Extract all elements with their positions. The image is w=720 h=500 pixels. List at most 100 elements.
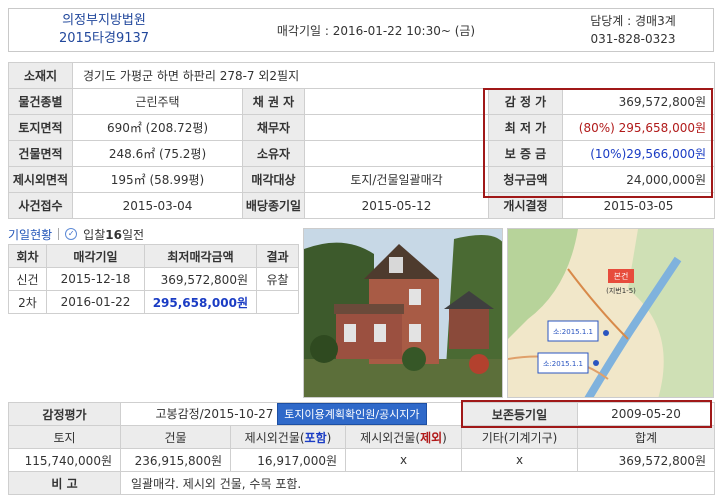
col-extra-excluded: 제시외건물(제외) <box>344 425 463 449</box>
land-area-value: 690㎡ (208.72평) <box>72 114 243 141</box>
info-row: 물건종별 근린주택 채 권 자 감 정 가 369,572,800원 <box>8 88 716 115</box>
extra-area-value: 195㎡ (58.99평) <box>72 166 243 193</box>
bid-countdown: 입찰16일전 <box>83 226 144 243</box>
debtor-label: 채무자 <box>242 114 305 141</box>
appraisal-price-value: 369,572,800원 <box>561 88 716 115</box>
sale-date: 매각기일 : 2016-01-22 10:30~ (금) <box>276 23 476 38</box>
claim-amount-label: 청구금액 <box>488 166 563 193</box>
info-row: 사건접수 2015-03-04 배당종기일 2015-05-12 개시결정 20… <box>8 192 716 219</box>
property-info-table: 소재지 경기도 가평군 하면 하판리 278-7 외2필지 물건종별 근린주택 … <box>8 62 716 219</box>
map-marker-2: 소:2015.1.1 <box>543 360 583 368</box>
history-header-row: 회차 매각기일 최저매각금액 결과 <box>8 244 299 268</box>
bid-countdown-prefix: 입찰 <box>83 227 106 242</box>
info-row: 토지면적 690㎡ (208.72평) 채무자 최 저 가 (80%) 295,… <box>8 114 716 141</box>
building-area-label: 건물면적 <box>8 140 73 167</box>
sale-target-value: 토지/건물일괄매각 <box>304 166 489 193</box>
minimum-price-percent: (80%) <box>578 121 615 135</box>
dividend-deadline-label: 배당종기일 <box>242 192 305 219</box>
minimum-price-amount: 295,658,000원 <box>618 121 707 135</box>
preserve-registration-date: 2009-05-20 <box>577 402 716 426</box>
location-map[interactable]: 본건 (지번1-5) 소:2015.1.1 소:2015.1.1 <box>507 228 714 398</box>
court-info: 의정부지방법원 2015타경9137 <box>9 12 199 48</box>
map-target-label: 본건 <box>614 271 629 281</box>
history-header: 기일현황 ✓ 입찰16일전 <box>8 226 144 242</box>
appraisal-table: 감정평가 고봉감정/2015-10-27 토지이용계획확인원/공시지가 보존등기… <box>8 402 716 495</box>
col-extra-included-mid: 포함 <box>304 430 327 445</box>
case-number[interactable]: 2015타경9137 <box>9 30 199 48</box>
map-marker-1: 소:2015.1.1 <box>553 328 593 336</box>
property-type-label: 물건종별 <box>8 88 73 115</box>
contact-info: 담당계 : 경매3계 031-828-0323 <box>553 12 713 48</box>
preserve-registration-label: 보존등기일 <box>461 402 579 426</box>
info-row: 제시외면적 195㎡ (58.99평) 매각대상 토지/건물일괄매각 청구금액 … <box>8 166 716 193</box>
property-photo[interactable] <box>303 228 503 398</box>
case-header: 의정부지방법원 2015타경9137 매각기일 : 2016-01-22 10:… <box>8 8 714 52</box>
deposit-label: 보 증 금 <box>488 140 563 167</box>
bid-countdown-days: 16 <box>105 227 122 242</box>
officer-label: 담당계 : 경매3계 <box>590 14 676 28</box>
amount-cell: 369,572,800원 <box>144 267 257 291</box>
debtor-value <box>304 114 489 141</box>
col-total: 합계 <box>577 425 716 449</box>
col-sale-date: 매각기일 <box>46 244 145 268</box>
history-table: 회차 매각기일 최저매각금액 결과 신건 2015-12-18 369,572,… <box>8 244 299 314</box>
dividend-deadline-value: 2015-05-12 <box>304 192 489 219</box>
result-cell <box>256 290 299 314</box>
appraisal-value-cell: 고봉감정/2015-10-27 토지이용계획확인원/공시지가 <box>119 402 463 426</box>
appraisal-values-row: 115,740,000원 236,915,800원 16,917,000원 x … <box>8 448 716 472</box>
claim-amount-value: 24,000,000원 <box>561 166 716 193</box>
divider <box>58 228 60 240</box>
note-row: 비 고 일괄매각. 제시외 건물, 수목 포함. <box>8 471 716 495</box>
date-cell: 2016-01-22 <box>46 290 145 314</box>
land-value: 115,740,000원 <box>8 448 121 472</box>
other-value: x <box>461 448 579 472</box>
address-value: 경기도 가평군 하면 하판리 278-7 외2필지 <box>71 62 716 89</box>
appraisal-value: 고봉감정/2015-10-27 <box>155 407 274 421</box>
col-min-price: 최저매각금액 <box>144 244 257 268</box>
col-extra-included-prefix: 제시외건물( <box>244 430 305 445</box>
phone-number: 031-828-0323 <box>590 32 676 46</box>
commencement-value: 2015-03-05 <box>561 192 716 219</box>
extra-included-value: 16,917,000원 <box>230 448 346 472</box>
appraisal-label: 감정평가 <box>8 402 121 426</box>
minimum-price-label: 최 저 가 <box>488 114 563 141</box>
history-tab[interactable]: 기일현황 <box>8 226 52 243</box>
case-received-label: 사건접수 <box>8 192 73 219</box>
owner-label: 소유자 <box>242 140 305 167</box>
property-type-value: 근린주택 <box>72 88 243 115</box>
extra-excluded-value: x <box>344 448 463 472</box>
col-result: 결과 <box>256 244 299 268</box>
col-extra-excluded-mid: 제외 <box>420 430 443 445</box>
owner-value <box>304 140 489 167</box>
round-cell: 신건 <box>8 267 47 291</box>
court-name: 의정부지방법원 <box>62 13 146 28</box>
building-value: 236,915,800원 <box>120 448 231 472</box>
col-other: 기타(기계기구) <box>461 425 579 449</box>
land-use-plan-button[interactable]: 토지이용계획확인원/공시지가 <box>277 403 427 425</box>
minimum-price-value: (80%) 295,658,000원 <box>561 114 716 141</box>
appraisal-price-label: 감 정 가 <box>488 88 563 115</box>
bid-countdown-suffix: 일전 <box>121 227 145 242</box>
col-extra-excluded-suffix: ) <box>442 430 447 445</box>
address-label: 소재지 <box>8 62 73 89</box>
check-icon: ✓ <box>65 228 78 240</box>
house-illustration <box>304 229 502 397</box>
appraisal-header-row: 토지 건물 제시외건물(포함) 제시외건물(제외) 기타(기계기구) 합계 <box>8 425 716 449</box>
extra-area-label: 제시외면적 <box>8 166 73 193</box>
total-value: 369,572,800원 <box>577 448 716 472</box>
map-target-sub: (지번1-5) <box>606 286 636 295</box>
address-row: 소재지 경기도 가평군 하면 하판리 278-7 외2필지 <box>8 62 716 89</box>
col-extra-excluded-prefix: 제시외건물( <box>360 430 421 445</box>
col-extra-included-suffix: ) <box>326 430 332 445</box>
result-cell: 유찰 <box>256 267 299 291</box>
map-illustration: 본건 (지번1-5) 소:2015.1.1 소:2015.1.1 <box>508 229 713 397</box>
commencement-label: 개시결정 <box>488 192 563 219</box>
creditor-label: 채 권 자 <box>242 88 305 115</box>
note-label: 비 고 <box>8 471 121 495</box>
deposit-value: (10%)29,566,000원 <box>561 140 716 167</box>
note-value: 일괄매각. 제시외 건물, 수목 포함. <box>119 471 716 495</box>
table-row: 2차 2016-01-22 295,658,000원 <box>8 290 299 314</box>
col-building: 건물 <box>120 425 231 449</box>
round-cell: 2차 <box>8 290 47 314</box>
sale-target-label: 매각대상 <box>242 166 305 193</box>
